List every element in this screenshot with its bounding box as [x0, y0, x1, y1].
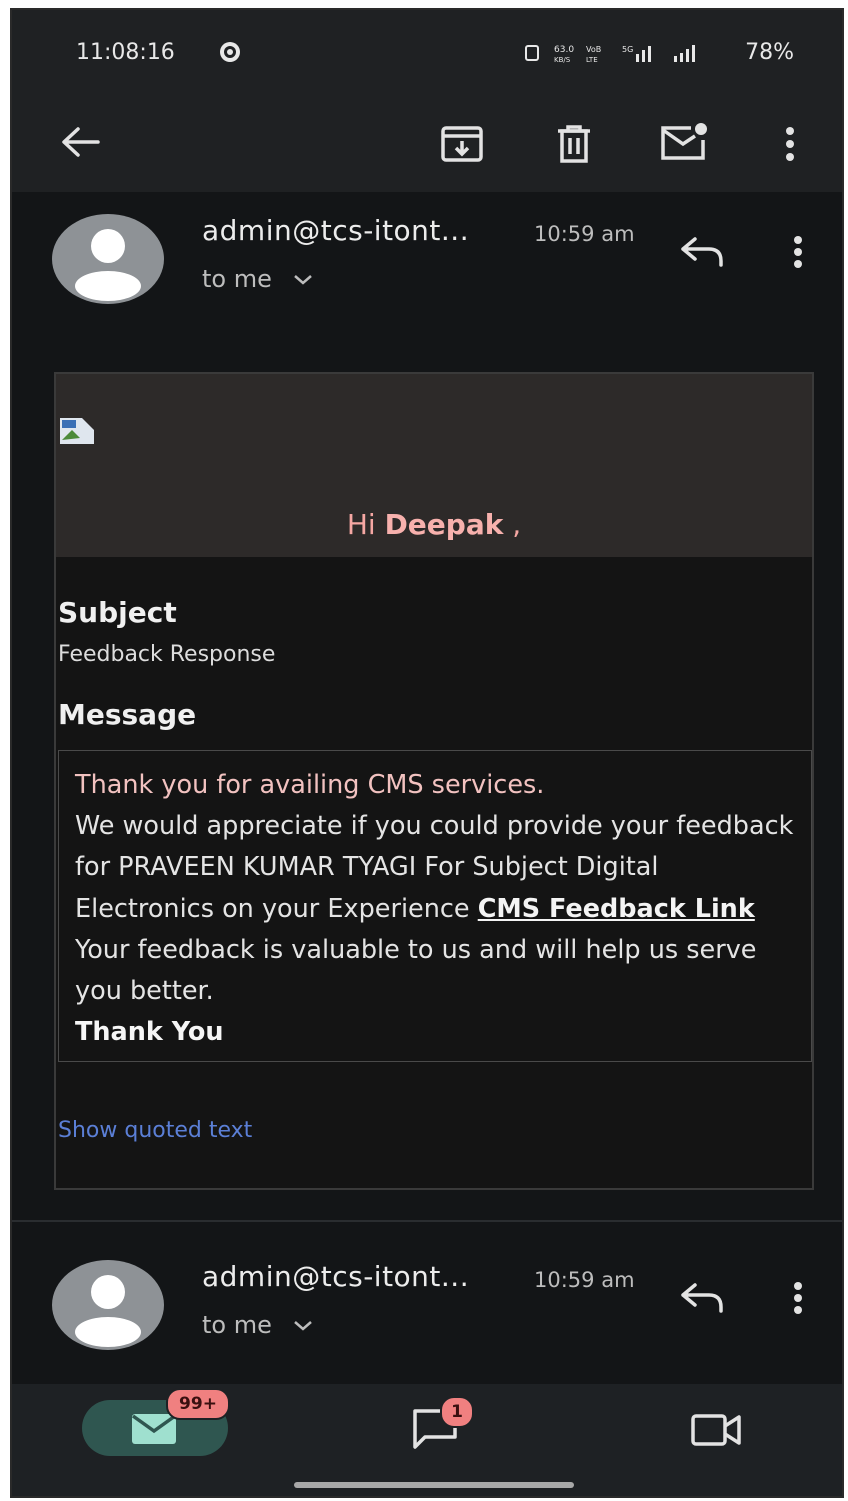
nav-mail-tab[interactable]: 99+: [82, 1388, 230, 1456]
avatar[interactable]: [52, 1260, 164, 1350]
message-box: Thank you for availing CMS services. We w…: [58, 750, 812, 1062]
svg-text:KB/S: KB/S: [554, 56, 571, 64]
message-header[interactable]: admin@tcs-itont... 10:59 am to me: [12, 1256, 842, 1376]
whatsapp-notification-icon: [218, 40, 242, 68]
reply-icon: [681, 1283, 723, 1313]
thank-you-text: Thank You: [75, 1017, 224, 1048]
message-line-1: Thank you for availing CMS services.: [75, 770, 545, 800]
message-header[interactable]: admin@tcs-itont... 10:59 am to me: [12, 210, 842, 330]
greeting: Hi Deepak ,: [56, 508, 812, 541]
greeting-name: Deepak: [384, 508, 504, 541]
archive-button[interactable]: [436, 118, 488, 170]
reply-icon: [681, 237, 723, 267]
greeting-suffix: ,: [503, 508, 522, 541]
greeting-prefix: Hi: [346, 508, 385, 541]
status-time: 11:08:16: [76, 40, 175, 65]
arrow-left-icon: [62, 127, 100, 157]
recipient-label: to me: [202, 265, 272, 293]
avatar[interactable]: [52, 214, 164, 304]
divider: [12, 1220, 842, 1222]
mail-unread-badge: 99+: [166, 1388, 230, 1420]
gesture-handle[interactable]: [294, 1482, 574, 1488]
message-time: 10:59 am: [534, 1268, 635, 1292]
phone-screen: 11:08:16 63.0 KB/S VoB LTE 5G 78% admin@…: [10, 8, 844, 1498]
app-bar: [12, 94, 842, 192]
reply-button[interactable]: [676, 1276, 728, 1320]
message-text: Thank you for availing CMS services. We w…: [75, 765, 805, 1053]
recipient-dropdown[interactable]: to me: [202, 1311, 314, 1339]
archive-icon: [441, 126, 483, 162]
status-indicators: 63.0 KB/S VoB LTE 5G: [524, 42, 724, 68]
back-button[interactable]: [56, 118, 104, 166]
message-label: Message: [58, 698, 197, 731]
recipient-label: to me: [202, 1311, 272, 1339]
status-bar: 11:08:16 63.0 KB/S VoB LTE 5G 78%: [12, 10, 842, 94]
message-more-button[interactable]: [782, 230, 814, 274]
show-quoted-text-link[interactable]: Show quoted text: [58, 1118, 252, 1143]
more-vertical-icon: [794, 236, 802, 268]
nav-meet-tab[interactable]: [686, 1408, 746, 1452]
mark-unread-icon: [661, 123, 707, 160]
sender-name: admin@tcs-itont...: [202, 1260, 470, 1293]
more-options-button[interactable]: [772, 118, 808, 170]
bottom-navigation: 99+ 1: [12, 1384, 842, 1496]
sender-name: admin@tcs-itont...: [202, 214, 470, 247]
person-icon: [75, 1275, 141, 1347]
message-time: 10:59 am: [534, 222, 635, 246]
chevron-down-icon: [293, 275, 312, 285]
message-line-3: Your feedback is valuable to us and will…: [75, 934, 757, 1007]
battery-level: 78%: [745, 40, 794, 65]
video-camera-icon: [691, 1414, 741, 1446]
svg-text:LTE: LTE: [586, 56, 598, 64]
person-icon: [75, 229, 141, 301]
more-vertical-icon: [794, 1282, 802, 1314]
chat-unread-badge: 1: [440, 1396, 474, 1428]
svg-text:5G: 5G: [622, 45, 633, 54]
trash-icon: [558, 125, 590, 163]
delete-button[interactable]: [550, 118, 598, 170]
email-banner: Hi Deepak ,: [56, 374, 812, 557]
cms-feedback-link[interactable]: CMS Feedback Link: [478, 894, 755, 924]
svg-text:63.0: 63.0: [554, 45, 574, 55]
nav-chat-tab[interactable]: 1: [406, 1396, 474, 1454]
broken-image-icon: [58, 416, 96, 450]
email-body: Hi Deepak , Subject Feedback Response Me…: [54, 372, 814, 1190]
svg-text:VoB: VoB: [586, 45, 601, 54]
mark-unread-button[interactable]: [656, 116, 712, 168]
chevron-down-icon: [293, 1321, 312, 1331]
message-more-button[interactable]: [782, 1276, 814, 1320]
more-vertical-icon: [786, 127, 794, 161]
subject-label: Subject: [58, 596, 177, 629]
recipient-dropdown[interactable]: to me: [202, 265, 314, 293]
reply-button[interactable]: [676, 230, 728, 274]
subject-value: Feedback Response: [58, 642, 276, 667]
